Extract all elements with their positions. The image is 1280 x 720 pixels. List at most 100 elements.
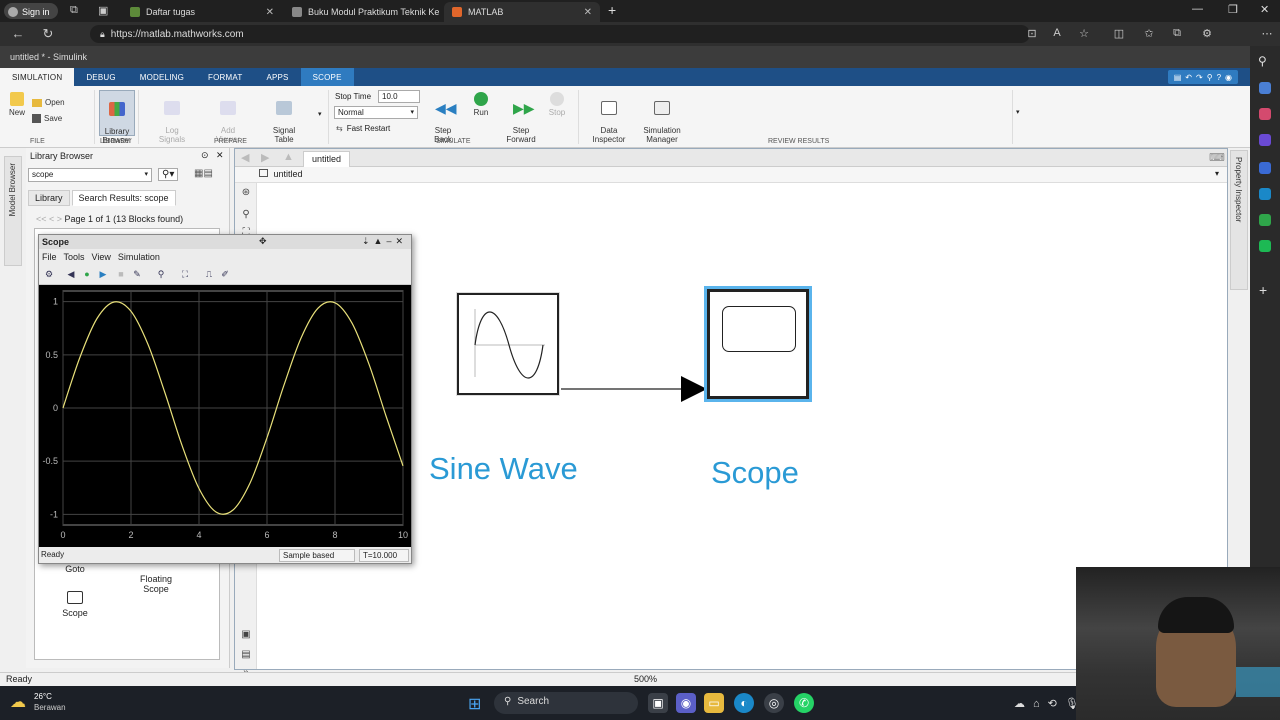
more-icon[interactable]: ⋯ [1260,27,1274,40]
simulation-manager-button[interactable]: Simulation Manager [638,92,686,144]
library-item-goto[interactable]: Goto [55,564,95,574]
menu-view[interactable]: View [92,252,111,264]
nav-forward-icon[interactable]: ▶ [261,151,269,164]
sidebar-app-icon[interactable] [1259,108,1271,120]
start-icon[interactable]: ⊞ [468,694,481,714]
settings-icon[interactable]: ◉ [1225,73,1232,82]
refresh-icon[interactable]: ↻ [40,26,56,42]
back-icon[interactable]: ← [10,26,26,41]
favorites-icon[interactable]: ✩ [1142,27,1156,40]
library-search-input[interactable]: scope ▾ [28,168,152,182]
triggers-icon[interactable]: ⎍ [203,269,215,281]
add-icon[interactable]: + [1259,282,1267,298]
edge-icon[interactable]: ◐ [734,693,754,713]
whatsapp-icon[interactable]: ✆ [794,693,814,713]
close-icon[interactable]: ✕ [584,7,592,18]
signin-button[interactable]: Sign in [4,3,58,19]
tab-modeling[interactable]: MODELING [128,68,196,86]
log-signals-button[interactable]: Log Signals [152,92,192,144]
data-inspector-button[interactable]: Data Inspector [588,92,630,144]
library-item-floating-scope[interactable]: Floating Scope [131,564,181,594]
url-field[interactable]: 🔒︎ https://matlab.mathworks.com [90,25,1030,43]
step-back-button[interactable]: ◀◀ Step Back [428,92,458,144]
ribbon-collapse-icon[interactable]: ▾ [1016,108,1020,116]
teams-icon[interactable]: ◉ [676,693,696,713]
settings-icon[interactable]: ⚙ [43,269,55,281]
workspaces-icon[interactable]: ⧉ [70,4,78,17]
scope-block[interactable] [704,286,812,402]
breadcrumb-label[interactable]: untitled [274,169,303,179]
tab-library[interactable]: Library [28,190,70,206]
new-button[interactable]: New [6,92,28,117]
edit-icon[interactable]: ✐ [219,269,231,281]
sidebar-app-icon[interactable] [1259,214,1271,226]
extensions-icon[interactable]: ⚙ [1200,27,1214,40]
zoom-icon[interactable]: ⚲ [155,269,167,281]
close-icon[interactable]: ✕ [216,150,224,161]
tab-untitled[interactable]: untitled [303,151,351,167]
split-screen-icon[interactable]: ◫ [1112,27,1126,40]
hide-panel-icon[interactable]: ⊛ [239,187,253,201]
tab-apps[interactable]: APPS [254,68,300,86]
stop-button[interactable]: Stop [544,92,570,117]
library-browser-button[interactable]: Library Browser [99,90,135,145]
nav-up-icon[interactable]: ▲ [283,151,294,163]
menu-tools[interactable]: Tools [64,252,85,264]
panel-menu-icon[interactable]: ⊙ [201,150,209,161]
stop-time-input[interactable]: 10.0 [378,90,420,103]
close-window-icon[interactable]: ✕ [1260,3,1269,16]
install-icon[interactable]: ⊡ [1025,27,1039,40]
screenshot-icon[interactable]: ▣ [239,629,253,643]
chevron-down-icon[interactable]: ▾ [318,110,322,118]
favorite-icon[interactable]: ☆ [1077,27,1091,40]
step-forward-button[interactable]: ▶▶ Step Forward [504,92,538,144]
sidebar-app-icon[interactable] [1259,134,1271,146]
scope-title-bar[interactable]: Scope ✥ ⇣▲–✕ [39,235,411,249]
collections-icon[interactable]: ⧉ [1170,27,1184,40]
save-icon[interactable]: ▤ [1174,73,1182,82]
run-button[interactable]: Run [466,92,496,117]
nav-back-icon[interactable]: ◀ [241,151,249,164]
signal-table-button[interactable]: Signal Table [264,92,304,144]
explorer-icon[interactable]: ▤ [239,649,253,663]
add-viewer-button[interactable]: Add Viewer [208,92,248,144]
chrome-icon[interactable]: ◎ [764,693,784,713]
sine-wave-block[interactable] [457,293,559,395]
signal-line[interactable] [561,375,709,403]
tab-simulation[interactable]: SIMULATION [0,68,75,86]
fast-restart-button[interactable]: ⇆ Fast Restart [336,124,390,133]
tab-format[interactable]: FORMAT [196,68,254,86]
library-item-scope[interactable]: Scope [55,591,95,618]
search-icon[interactable]: ⚲▾ [158,168,179,181]
window-controls[interactable]: ⇣▲–✕ [362,236,407,247]
menu-simulation[interactable]: Simulation [118,252,160,264]
browser-tab-2[interactable]: Buku Modul Praktikum Teknik Ke ✕ [284,2,442,22]
tab-debug[interactable]: DEBUG [74,68,127,86]
sidebar-app-icon[interactable] [1259,82,1271,94]
new-tab-icon[interactable]: + [608,2,616,18]
run-icon[interactable]: ● [81,269,93,281]
sidebar-app-icon[interactable] [1259,162,1271,174]
search-icon[interactable]: ⚲ [1258,54,1267,68]
simulation-mode-select[interactable]: Normal ▾ [334,106,418,119]
weather-icon[interactable]: ☁ [10,692,26,712]
property-inspector-tab[interactable]: Property Inspector [1230,150,1248,290]
tab-scope[interactable]: SCOPE [300,68,354,86]
model-browser-tab[interactable]: Model Browser [4,156,22,266]
save-button[interactable]: Save [32,114,62,123]
zoom-icon[interactable]: ⚲ [239,209,253,223]
help-icon[interactable]: ? [1217,73,1221,82]
chevron-down-icon[interactable]: ▾ [1215,169,1219,178]
minimize-icon[interactable]: — [1192,3,1203,15]
keyboard-icon[interactable]: ⌨ [1209,151,1225,164]
highlight-icon[interactable]: ✎ [131,269,143,281]
taskbar-search[interactable]: ⚲ Search [494,692,638,714]
zoom-icon[interactable]: ⚲ [1207,73,1213,82]
browser-tab-1[interactable]: Daftar tugas ✕ [122,2,282,22]
fit-axes-icon[interactable]: ⛶ [179,269,191,281]
undo-icon[interactable]: ↶ [1185,73,1192,82]
menu-file[interactable]: File [42,252,57,264]
scope-plot-area[interactable]: 0 2 4 6 8 10 1 0.5 0 -0.5 -1 [39,285,411,547]
restore-icon[interactable]: ❐ [1228,3,1238,16]
sidebar-app-icon[interactable] [1259,188,1271,200]
